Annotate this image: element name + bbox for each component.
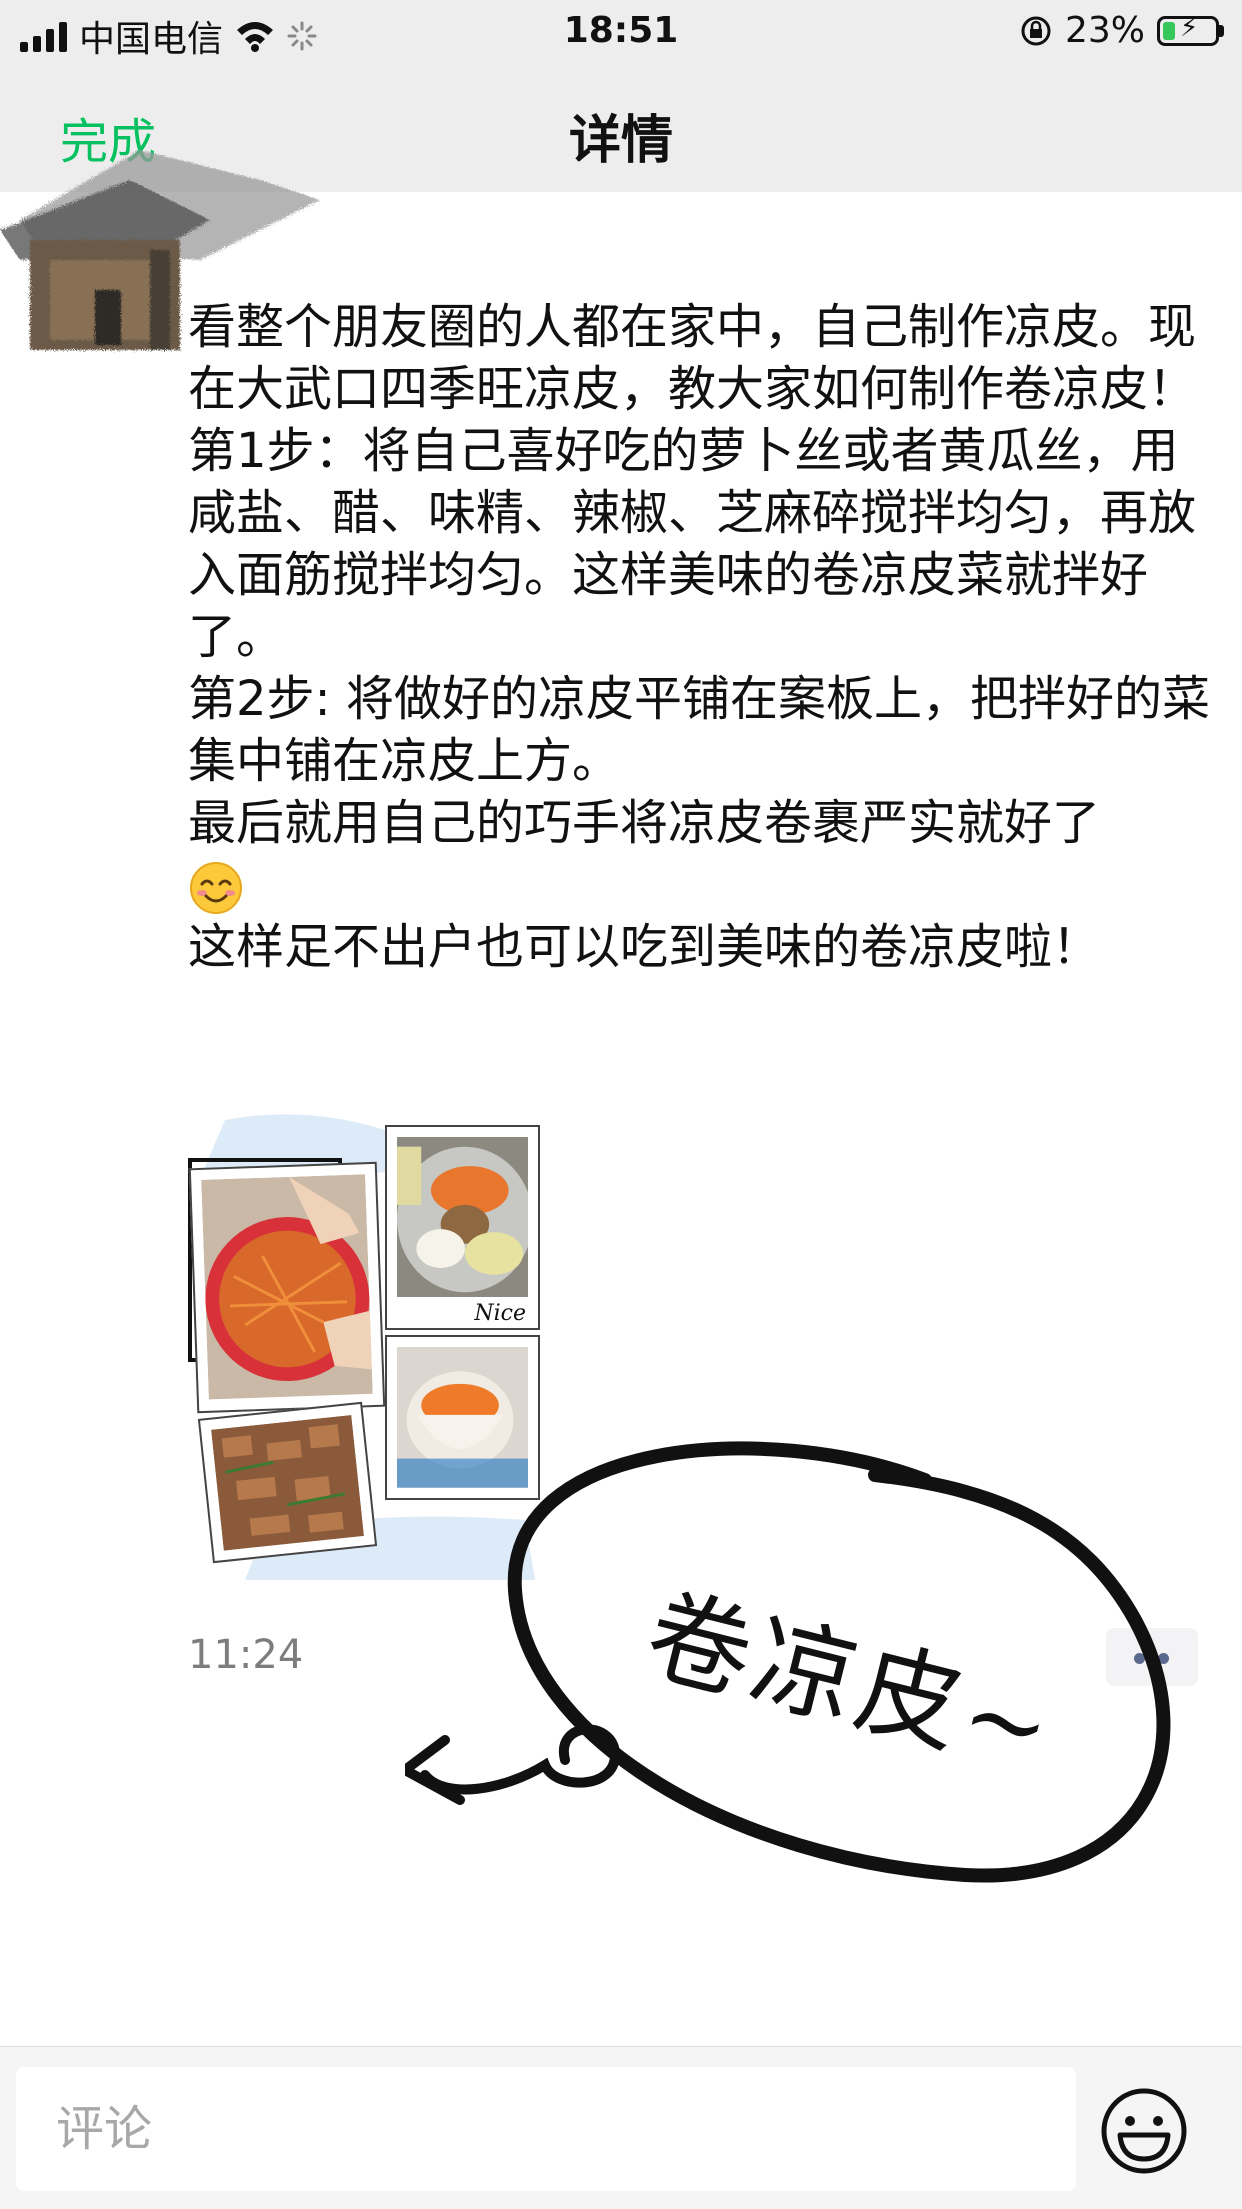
- status-right: 23% ⚡: [1019, 10, 1224, 51]
- orientation-lock-icon: [1021, 16, 1051, 45]
- post-time: 11:24: [188, 1632, 304, 1678]
- smiley-face-icon[interactable]: [1098, 2085, 1190, 2177]
- post-paragraph: 第1步：将自己喜好吃的萝卜丝或者黄瓜丝，用咸盐、醋、味精、辣椒、芝麻碎搅拌均匀，…: [188, 423, 1197, 665]
- battery-percent: 23%: [1064, 10, 1145, 51]
- battery-icon: ⚡: [1157, 13, 1219, 46]
- comment-input[interactable]: [16, 2067, 1076, 2191]
- post-paragraph-text: 最后就用自己的巧手将凉皮卷裹严实就好了: [188, 795, 1101, 851]
- collage-photo-carrots: [188, 1161, 386, 1414]
- post-paragraph: 这样足不出户也可以吃到美味的卷凉皮啦！: [188, 919, 1101, 975]
- post-paragraph: 第2步: 将做好的凉皮平铺在案板上，把拌好的菜集中铺在凉皮上方。: [188, 671, 1210, 789]
- collage-caption: Nice: [474, 1301, 526, 1326]
- status-bar: 中国电信 18:51 23% ⚡: [0, 0, 1242, 64]
- post-content: 看整个朋友圈的人都在家中，自己制作凉皮。现在大武口四季旺凉皮，教大家如何制作卷凉…: [188, 296, 1218, 978]
- smiling-face-emoji: [190, 862, 242, 914]
- comment-bar: [0, 2046, 1242, 2209]
- post-paragraph: 最后就用自己的巧手将凉皮卷裹严实就好了: [188, 792, 1218, 916]
- collage-photo-ingredients: Nice: [385, 1125, 540, 1330]
- collage-photo-gluten: [197, 1401, 378, 1564]
- post-paragraph: 看整个朋友圈的人都在家中，自己制作凉皮。现在大武口四季旺凉皮，教大家如何制作卷凉…: [188, 299, 1197, 417]
